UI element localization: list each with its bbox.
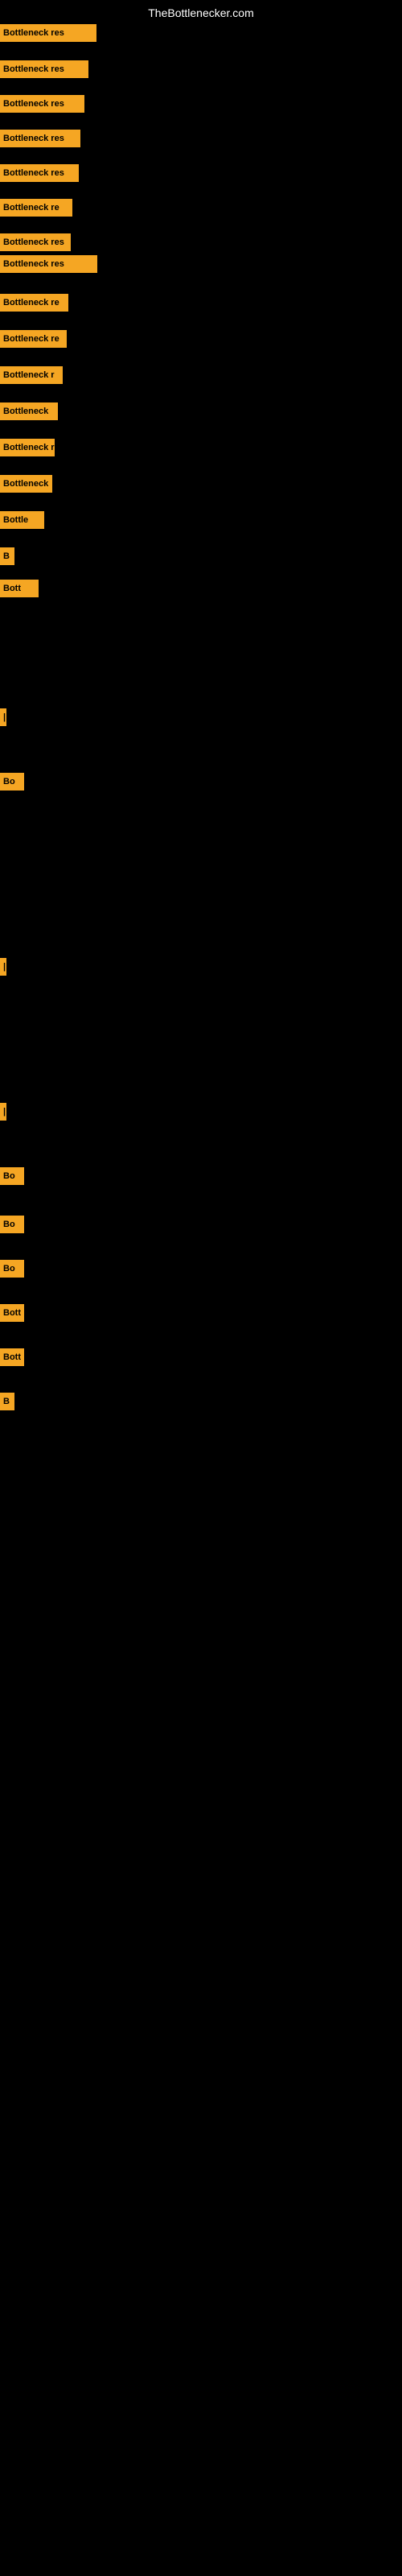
bottleneck-bar: Bottleneck res	[0, 255, 97, 273]
bottleneck-bar: Bott	[0, 580, 39, 597]
bottleneck-bar: Bottleneck re	[0, 330, 67, 348]
bottleneck-bar: Bottleneck res	[0, 164, 79, 182]
bottleneck-bar: B	[0, 547, 14, 565]
bottleneck-bar: Bottleneck res	[0, 130, 80, 147]
bottleneck-bar: Bott	[0, 1304, 24, 1322]
bottleneck-bar: |	[0, 708, 6, 726]
bottleneck-bar: |	[0, 958, 6, 976]
bottleneck-bar: B	[0, 1393, 14, 1410]
site-title: TheBottlenecker.com	[0, 6, 402, 19]
bottleneck-bar: Bottle	[0, 511, 44, 529]
bottleneck-bar: Bottleneck r	[0, 366, 63, 384]
bottleneck-bar: Bottleneck re	[0, 199, 72, 217]
bottleneck-bar: Bottleneck r	[0, 439, 55, 456]
bottleneck-bar: Bottleneck res	[0, 60, 88, 78]
bottleneck-bar: Bottleneck res	[0, 24, 96, 42]
bottleneck-bar: Bottleneck res	[0, 95, 84, 113]
bottleneck-bar: Bo	[0, 1216, 24, 1233]
bottleneck-bar: |	[0, 1103, 6, 1121]
bottleneck-bar: Bo	[0, 1167, 24, 1185]
bottleneck-bar: Bo	[0, 1260, 24, 1278]
bottleneck-bar: Bottleneck re	[0, 294, 68, 312]
bottleneck-bar: Bottleneck res	[0, 233, 71, 251]
bottleneck-bar: Bottleneck	[0, 475, 52, 493]
bottleneck-bar: Bott	[0, 1348, 24, 1366]
bottleneck-bar: Bo	[0, 773, 24, 791]
bottleneck-bar: Bottleneck	[0, 402, 58, 420]
